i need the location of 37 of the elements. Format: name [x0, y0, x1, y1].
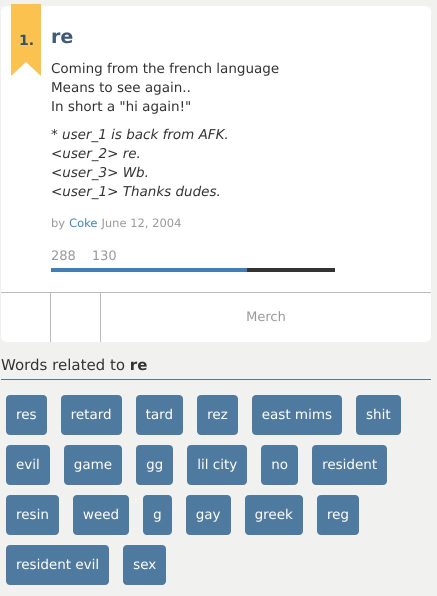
related-word-tag[interactable]: evil: [6, 445, 50, 485]
ribbon-icon: [11, 4, 41, 76]
related-word-tag[interactable]: resin: [6, 495, 59, 535]
related-word-tag[interactable]: reg: [316, 495, 359, 535]
related-word-tag[interactable]: lil city: [187, 445, 248, 485]
upvote-count[interactable]: 288: [51, 249, 76, 264]
related-word-tag[interactable]: sex: [123, 545, 166, 585]
related-word-tag[interactable]: g: [143, 495, 172, 535]
related-word-tag[interactable]: no: [261, 445, 298, 485]
word-title[interactable]: re: [51, 26, 74, 48]
related-word-tag[interactable]: shit: [356, 395, 401, 435]
related-heading: Words related to re: [1, 342, 431, 380]
meaning-line: Means to see again..: [51, 79, 192, 98]
merch-button[interactable]: Merch: [101, 293, 431, 342]
meaning-line: Coming from the french language: [51, 60, 280, 79]
related-word-tag[interactable]: gg: [136, 445, 174, 485]
related-word-tag[interactable]: tard: [136, 395, 184, 435]
byline-text: by: [51, 216, 66, 230]
related-word-tag[interactable]: res: [6, 395, 47, 435]
example-line: <user_3> Wb.: [51, 164, 150, 183]
related-word-tag[interactable]: weed: [72, 495, 130, 535]
example-line: * user_1 is back from AFK.: [51, 126, 230, 145]
example-line: <user_1> Thanks dudes.: [51, 183, 222, 202]
related-word-tag[interactable]: greek: [244, 495, 303, 535]
author-link[interactable]: Coke: [69, 216, 98, 230]
related-word-tag[interactable]: resident: [312, 445, 388, 485]
related-word-tag[interactable]: gay: [186, 495, 231, 535]
downvote-count[interactable]: 130: [92, 249, 117, 264]
related-word-tag[interactable]: resident evil: [6, 545, 110, 585]
example-line: <user_2> re.: [51, 145, 142, 164]
related-word-tag[interactable]: east mims: [252, 395, 342, 435]
date-text: June 12, 2004: [102, 216, 182, 230]
related-word-tag[interactable]: rez: [197, 395, 238, 435]
rank-number: 1.: [19, 33, 34, 49]
related-word-tag[interactable]: retard: [60, 395, 122, 435]
related-word-tag[interactable]: game: [64, 445, 122, 485]
meaning-line: In short a "hi again!": [51, 98, 192, 117]
